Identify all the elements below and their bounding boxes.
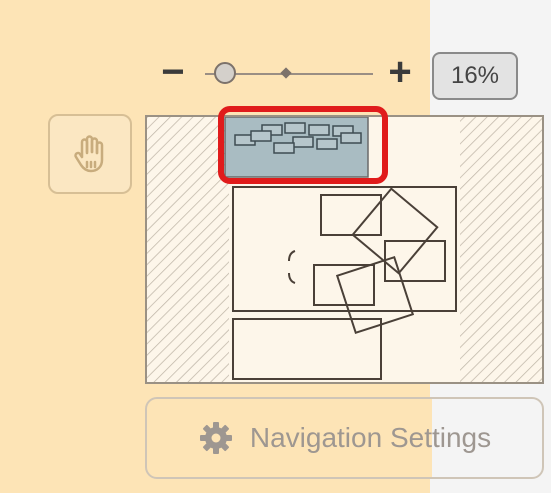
- gear-icon: [199, 422, 232, 454]
- zoom-out-button[interactable]: −: [158, 52, 188, 92]
- zoom-slider-handle[interactable]: [214, 62, 236, 84]
- viewport-highlight: [218, 106, 388, 184]
- navigation-settings-button[interactable]: Navigation Settings: [145, 397, 544, 479]
- hand-icon: [74, 135, 104, 173]
- offscreen-area-right: [460, 117, 542, 382]
- navigation-settings-label: Navigation Settings: [249, 422, 492, 453]
- offscreen-area-left: [147, 117, 229, 382]
- zoom-in-button[interactable]: +: [385, 52, 415, 92]
- hand-tool-button[interactable]: [48, 114, 132, 194]
- zoom-percent-field[interactable]: 16%: [432, 52, 518, 100]
